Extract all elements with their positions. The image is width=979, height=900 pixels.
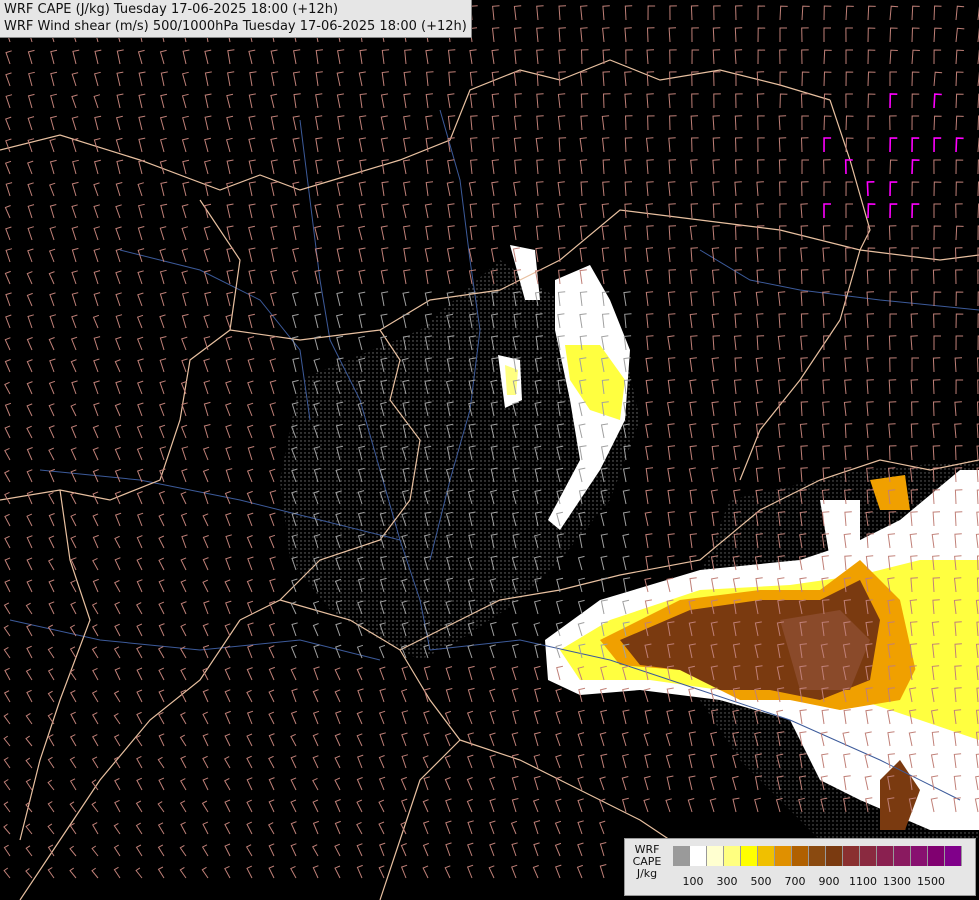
legend-swatch <box>860 846 877 866</box>
legend-swatch <box>673 846 690 866</box>
legend-tick: 300 <box>716 875 738 888</box>
legend-swatch <box>911 846 928 866</box>
legend-color-scale <box>673 846 962 866</box>
legend-swatch <box>758 846 775 866</box>
legend-swatch <box>894 846 911 866</box>
legend-swatch <box>741 846 758 866</box>
legend-swatch <box>877 846 894 866</box>
legend-tick: 500 <box>750 875 772 888</box>
legend-swatch <box>843 846 860 866</box>
legend-swatch <box>724 846 741 866</box>
map-title-box: WRF CAPE (J/kg) Tuesday 17-06-2025 18:00… <box>0 0 472 38</box>
cape-title: WRF CAPE (J/kg) Tuesday 17-06-2025 18:00… <box>4 2 339 17</box>
legend-tick: 1300 <box>883 875 911 888</box>
legend-swatch <box>690 846 707 866</box>
legend-tick: 900 <box>818 875 840 888</box>
legend-swatch <box>826 846 843 866</box>
legend-tick-labels: 100 300 500 700 900 1100 1300 1500 <box>673 875 973 889</box>
legend-swatch <box>775 846 792 866</box>
legend-swatch <box>707 846 724 866</box>
legend-swatch <box>792 846 809 866</box>
weather-map <box>0 0 979 900</box>
legend-swatch <box>809 846 826 866</box>
legend-tick: 1100 <box>849 875 877 888</box>
legend-label-unit: J/kg <box>636 867 658 880</box>
cape-legend: WRF CAPE J/kg 100 300 500 700 900 1100 1300 150… <box>624 838 976 896</box>
legend-tick: 700 <box>784 875 806 888</box>
legend-swatch <box>945 846 962 866</box>
legend-swatch <box>928 846 945 866</box>
legend-tick: 1500 <box>917 875 945 888</box>
wind-shear-title: WRF Wind shear (m/s) 500/1000hPa Tuesday… <box>4 19 467 34</box>
legend-tick: 100 <box>682 875 704 888</box>
legend-label: WRF CAPE J/kg <box>629 844 665 880</box>
